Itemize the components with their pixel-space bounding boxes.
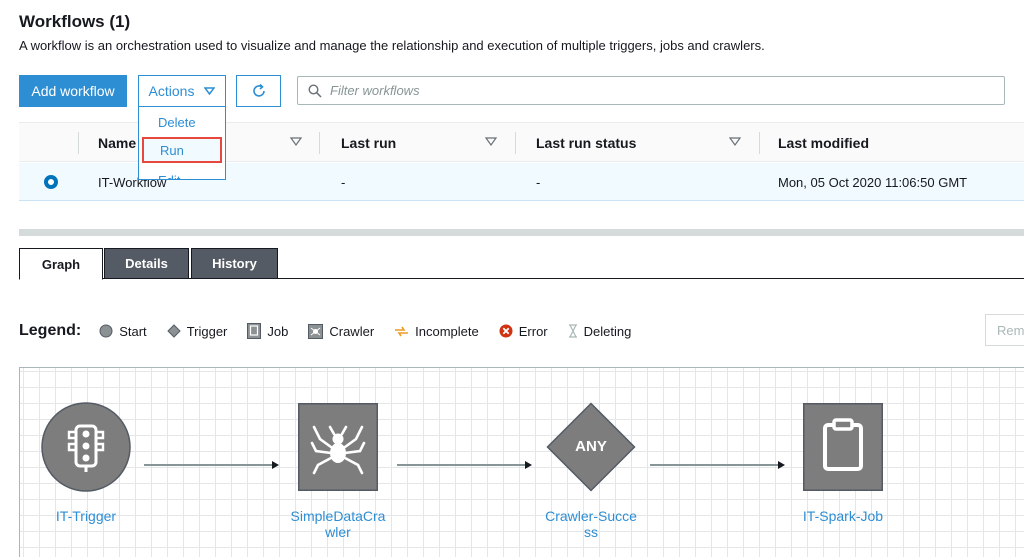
column-separator — [78, 132, 79, 154]
graph-node-label[interactable]: IT-Trigger — [38, 508, 134, 524]
split-panel-divider[interactable] — [19, 229, 1024, 236]
sort-icon[interactable] — [485, 137, 497, 147]
actions-button-label: Actions — [148, 83, 195, 99]
label-line: IT-Spark-Job — [802, 508, 884, 524]
legend-item-incomplete: Incomplete — [394, 324, 479, 339]
crawler-icon — [308, 323, 324, 339]
workflow-graph-canvas[interactable]: IT-Trigger SimpleDataCra wler ANY Crawle… — [19, 367, 1024, 557]
tab-details[interactable]: Details — [104, 248, 189, 279]
tab-history[interactable]: History — [191, 248, 278, 279]
row-last-run: - — [341, 175, 346, 190]
graph-node-it-trigger[interactable] — [41, 402, 131, 492]
refresh-icon — [252, 83, 265, 97]
arrow-head-icon — [525, 461, 532, 469]
row-radio-selected[interactable] — [44, 175, 58, 189]
column-header-last-modified[interactable]: Last modified — [778, 135, 869, 151]
legend-item-error: Error — [499, 324, 548, 339]
spider-icon — [298, 403, 378, 491]
remove-button[interactable]: Rem — [985, 314, 1024, 346]
page-subtitle: A workflow is an orchestration used to v… — [19, 38, 765, 53]
column-header-last-run[interactable]: Last run — [341, 135, 396, 151]
graph-node-label[interactable]: Crawler-Succe ss — [531, 508, 651, 540]
graph-legend: Legend: Start Trigger Job Crawler Incomp… — [19, 320, 651, 342]
filter-box[interactable] — [297, 76, 1005, 105]
legend-label: Error — [518, 323, 548, 339]
menu-item-run[interactable]: Run — [142, 137, 222, 163]
refresh-button[interactable] — [236, 75, 281, 107]
legend-label: Crawler — [329, 323, 375, 339]
arrow-head-icon — [778, 461, 785, 469]
graph-node-it-spark-job[interactable] — [803, 403, 883, 491]
legend-label: Trigger — [186, 323, 228, 339]
legend-label: Job — [267, 323, 289, 339]
hourglass-icon — [568, 324, 578, 338]
row-last-run-status: - — [536, 175, 541, 190]
menu-item-edit[interactable]: Edit — [139, 167, 225, 180]
legend-label: Deleting — [583, 323, 632, 339]
clipboard-icon — [803, 403, 883, 491]
column-separator — [515, 132, 516, 154]
legend-label: Start — [119, 323, 147, 339]
legend-item-deleting: Deleting — [568, 323, 632, 339]
tab-graph[interactable]: Graph — [19, 248, 103, 280]
legend-item-start: Start — [99, 323, 147, 339]
search-icon — [308, 83, 322, 98]
graph-node-crawler-success[interactable]: ANY — [546, 402, 636, 492]
sort-icon[interactable] — [729, 137, 741, 147]
trigger-diamond-icon — [166, 324, 181, 338]
label-line: Crawler-Succe — [545, 508, 637, 524]
caret-down-icon — [204, 87, 216, 95]
legend-title: Legend: — [19, 322, 82, 339]
label-line: SimpleDataCra — [290, 508, 386, 524]
sort-icon[interactable] — [290, 137, 302, 147]
filter-input[interactable] — [330, 83, 930, 98]
graph-edge — [144, 464, 272, 466]
graph-node-simpledatacrawler[interactable] — [298, 403, 378, 491]
label-line: ss — [584, 524, 598, 540]
legend-item-crawler: Crawler — [308, 323, 375, 339]
actions-dropdown-menu: Delete Run Edit — [138, 106, 226, 180]
any-label: ANY — [575, 438, 607, 455]
column-separator — [759, 132, 760, 154]
legend-item-job: Job — [247, 323, 288, 339]
job-icon — [247, 323, 262, 339]
start-circle-icon — [99, 324, 113, 338]
row-last-modified: Mon, 05 Oct 2020 11:06:50 GMT — [778, 175, 968, 190]
actions-button[interactable]: Actions — [138, 75, 226, 107]
page-title: Workflows (1) — [19, 12, 131, 31]
traffic-light-icon — [41, 402, 131, 492]
arrow-head-icon — [272, 461, 279, 469]
legend-item-trigger: Trigger — [166, 323, 228, 339]
graph-node-label[interactable]: SimpleDataCra wler — [278, 508, 398, 540]
legend-label: Incomplete — [415, 323, 479, 339]
label-line: wler — [325, 524, 351, 540]
column-header-last-run-status[interactable]: Last run status — [536, 135, 636, 151]
detail-tabs: Graph Details History — [19, 248, 1024, 280]
label-line: IT-Trigger — [55, 508, 117, 524]
column-header-name[interactable]: Name — [98, 135, 136, 151]
column-separator — [319, 132, 320, 154]
add-workflow-button[interactable]: Add workflow — [19, 75, 127, 107]
incomplete-icon — [394, 325, 409, 338]
menu-item-delete[interactable]: Delete — [139, 109, 225, 135]
graph-edge — [650, 464, 778, 466]
graph-node-label[interactable]: IT-Spark-Job — [783, 508, 903, 524]
graph-edge — [397, 464, 525, 466]
error-icon — [499, 324, 513, 338]
